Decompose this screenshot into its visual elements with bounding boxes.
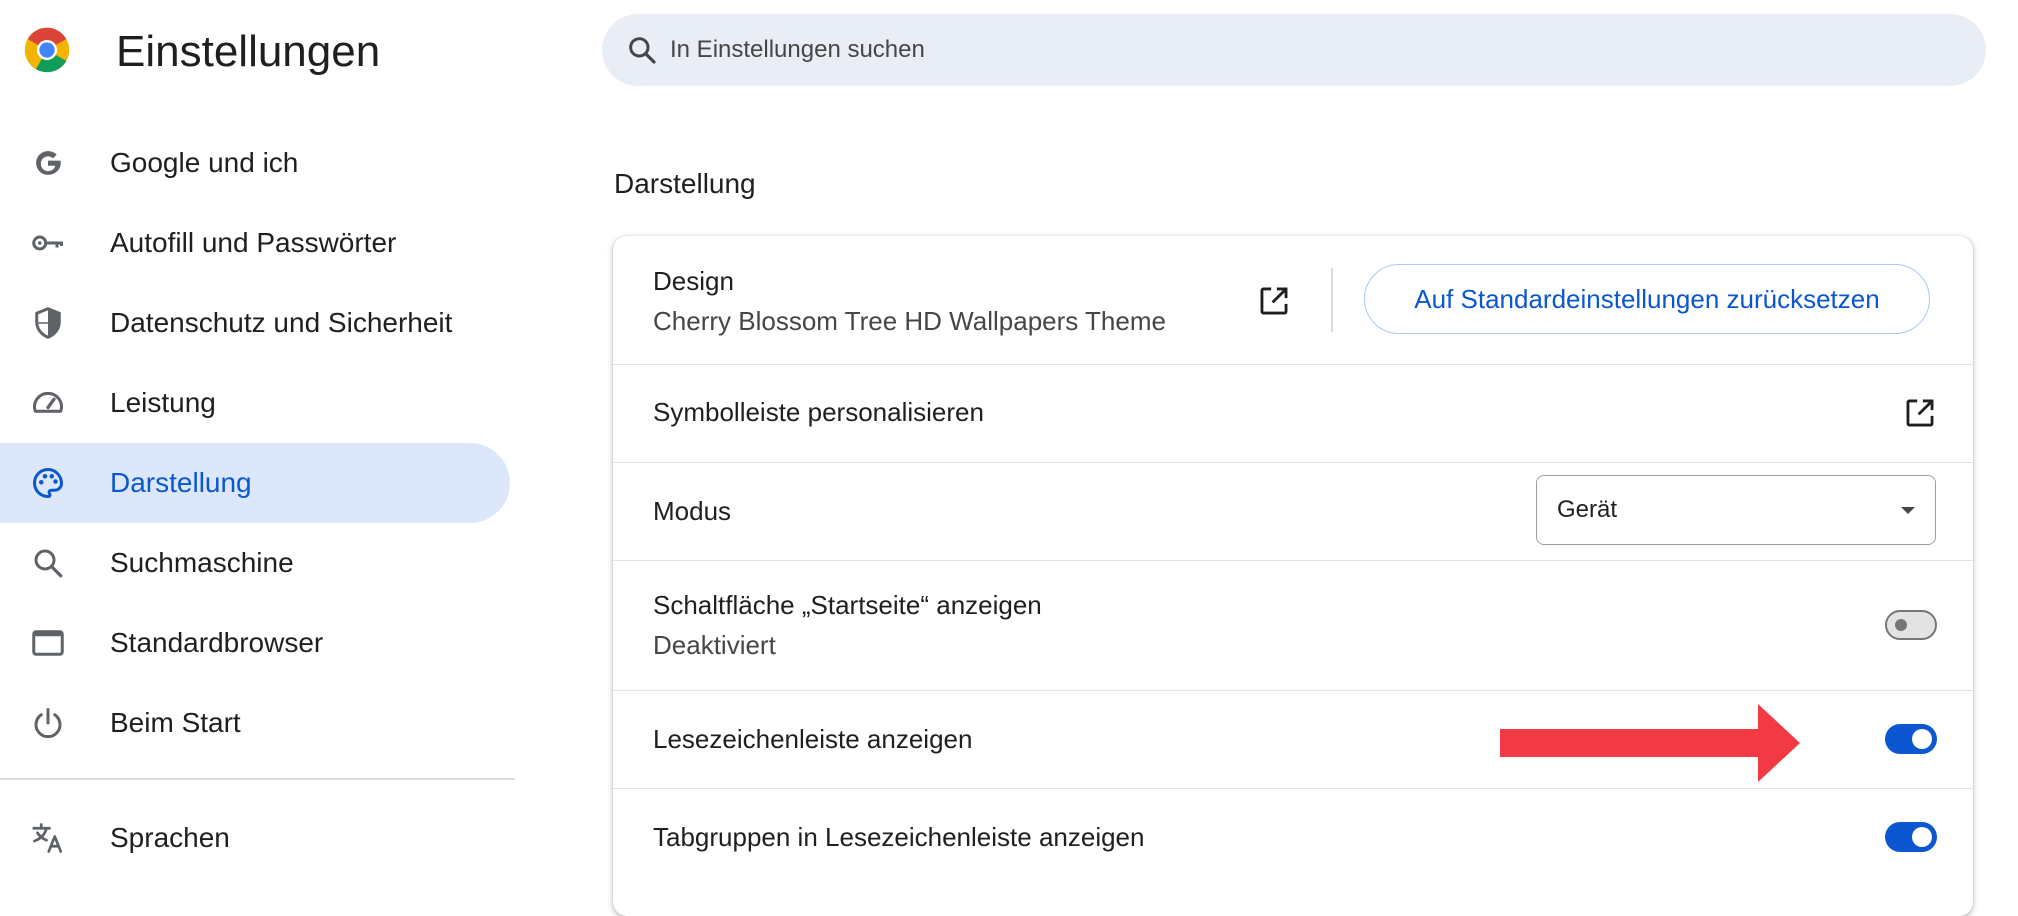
customize-toolbar-label: Symbolleiste personalisieren [653,397,984,427]
vertical-divider [1331,268,1333,332]
sidebar-item-label: Autofill und Passwörter [110,227,397,258]
bookmarks-bar-toggle[interactable] [1885,724,1937,754]
sidebar-item-label: Beim Start [110,707,241,738]
tab-groups-label: Tabgruppen in Lesezeichenleiste anzeigen [653,822,1145,852]
chevron-down-icon [1901,507,1915,514]
design-row: Design Cherry Blossom Tree HD Wallpapers… [613,236,1973,365]
google-g-icon [36,151,61,175]
sidebar-item-google[interactable]: Google und ich [0,123,510,203]
open-in-new-icon[interactable] [1257,284,1291,318]
sidebar-item-label: Sprachen [110,822,230,853]
sidebar-item-default-browser[interactable]: Standardbrowser [0,603,510,683]
toggle-knob [1895,619,1907,631]
tab-groups-row[interactable]: Tabgruppen in Lesezeichenleiste anzeigen [613,788,1973,916]
sidebar-item-performance[interactable]: Leistung [0,363,510,443]
sidebar-item-privacy[interactable]: Datenschutz und Sicherheit [0,283,510,363]
speedometer-icon [33,391,63,413]
mode-selected-value: Gerät [1557,496,1618,523]
key-icon [32,235,63,251]
bookmarks-bar-label: Lesezeichenleiste anzeigen [653,724,973,754]
sidebar-item-search-engine[interactable]: Suchmaschine [0,523,510,603]
search-placeholder: In Einstellungen suchen [670,36,925,63]
mode-label: Modus [653,496,732,526]
reset-theme-button[interactable]: Auf Standardeinstellungen zurücksetzen [1364,264,1930,334]
home-button-status: Deaktiviert [653,630,776,660]
home-button-row[interactable]: Schaltfläche „Startseite“ anzeigen Deakt… [613,560,1973,691]
sidebar-item-label: Leistung [110,387,216,418]
power-icon [34,708,62,739]
sidebar-item-label: Standardbrowser [110,627,324,658]
sidebar-divider [0,778,515,780]
sidebar-nav: Google und ich Autofill und Passwörter D… [0,0,515,886]
search-icon [629,37,656,64]
shield-icon [35,307,61,339]
translate-icon [32,823,63,853]
customize-toolbar-row[interactable]: Symbolleiste personalisieren [613,364,1973,463]
open-in-new-icon[interactable] [1903,396,1937,430]
sidebar-item-on-startup[interactable]: Beim Start [0,683,510,763]
appearance-card: Design Cherry Blossom Tree HD Wallpapers… [613,236,1973,916]
design-theme-name: Cherry Blossom Tree HD Wallpapers Theme [653,306,1166,336]
mode-select[interactable]: Gerät [1536,475,1936,545]
home-button-toggle[interactable] [1885,610,1937,640]
red-arrow-right-icon [1500,704,1800,782]
toggle-knob [1912,729,1932,749]
sidebar-item-label: Datenschutz und Sicherheit [110,307,453,338]
toggle-knob [1912,827,1932,847]
browser-window-icon [32,630,64,656]
sidebar-item-appearance[interactable]: Darstellung [0,443,510,523]
palette-icon [32,467,64,499]
settings-search-input[interactable]: In Einstellungen suchen [602,14,1986,86]
sidebar-item-languages[interactable]: Sprachen [0,798,510,878]
sidebar-item-autofill[interactable]: Autofill und Passwörter [0,203,510,283]
search-icon [34,549,63,578]
mode-row: Modus Gerät [613,462,1973,561]
sidebar-item-label: Darstellung [110,467,252,498]
section-title: Darstellung [614,168,756,199]
sidebar-item-label: Google und ich [110,147,299,178]
sidebar-item-label: Suchmaschine [110,547,294,578]
design-title: Design [653,266,734,296]
home-button-label: Schaltfläche „Startseite“ anzeigen [653,590,1042,620]
tab-groups-toggle[interactable] [1885,822,1937,852]
